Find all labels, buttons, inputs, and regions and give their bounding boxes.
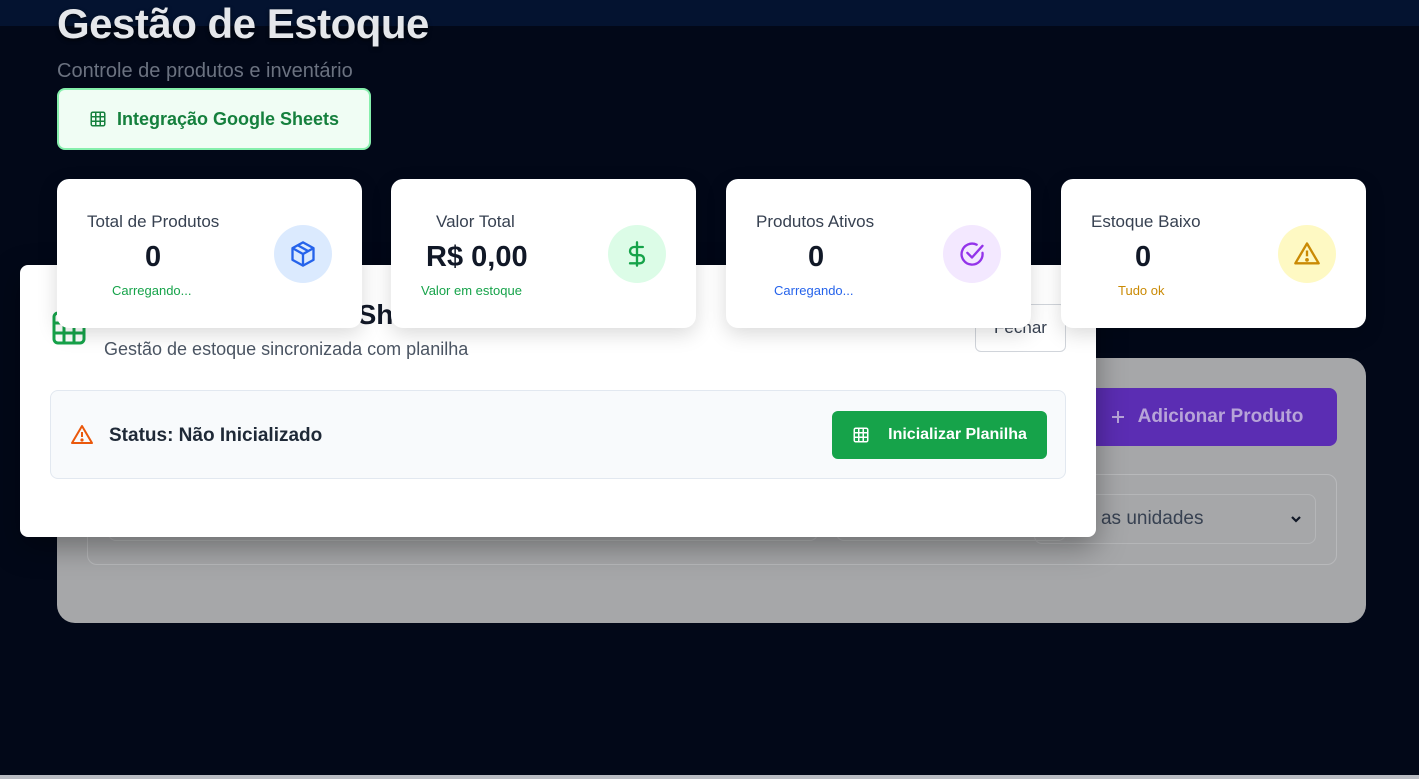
box-icon xyxy=(274,225,332,283)
stat-value: 0 xyxy=(808,241,825,273)
stat-sub: Tudo ok xyxy=(1118,283,1165,298)
status-text: Status: Não Inicializado xyxy=(109,425,323,446)
stat-label: Produtos Ativos xyxy=(756,212,875,231)
stat-value: 0 xyxy=(145,241,162,273)
warning-icon xyxy=(71,425,93,444)
stat-card-low-stock: Estoque Baixo 0 Tudo ok xyxy=(1061,179,1366,328)
page-title: Gestão de Estoque xyxy=(57,0,429,47)
check-circle-icon xyxy=(943,225,1001,283)
add-product-label: Adicionar Produto xyxy=(1137,406,1304,427)
page-subtitle: Controle de produtos e inventário xyxy=(57,60,353,82)
plus-icon xyxy=(1111,411,1124,423)
google-sheets-integration-button[interactable]: Integração Google Sheets xyxy=(57,88,371,150)
stat-card-active-products: Produtos Ativos 0 Carregando... xyxy=(726,179,1031,328)
dollar-icon xyxy=(608,225,666,283)
bottom-edge xyxy=(0,775,1419,779)
stat-label: Total de Produtos xyxy=(87,212,220,231)
warning-icon xyxy=(1278,225,1336,283)
stat-value: R$ 0,00 xyxy=(426,241,528,273)
initialize-spreadsheet-label: Inicializar Planilha xyxy=(888,426,1027,443)
stat-sub: Valor em estoque xyxy=(421,283,522,298)
initialize-spreadsheet-button[interactable]: Inicializar Planilha xyxy=(832,411,1047,459)
stat-value: 0 xyxy=(1135,241,1152,273)
stat-sub: Carregando... xyxy=(774,283,854,298)
status-box: Status: Não Inicializado Inicializar Pla… xyxy=(50,390,1066,479)
google-sheets-integration-label: Integração Google Sheets xyxy=(117,108,340,129)
modal-subtitle: Gestão de estoque sincronizada com plani… xyxy=(104,339,469,359)
stat-sub: Carregando... xyxy=(112,283,192,298)
add-product-button[interactable]: Adicionar Produto xyxy=(1076,388,1337,446)
stat-card-total-products: Total de Produtos 0 Carregando... xyxy=(57,179,362,328)
chevron-down-icon xyxy=(1291,516,1301,523)
stat-card-total-value: Valor Total R$ 0,00 Valor em estoque xyxy=(391,179,696,328)
spreadsheet-icon xyxy=(853,427,869,443)
stat-label: Valor Total xyxy=(436,212,515,231)
spreadsheet-icon xyxy=(90,111,106,127)
stat-label: Estoque Baixo xyxy=(1091,212,1201,231)
